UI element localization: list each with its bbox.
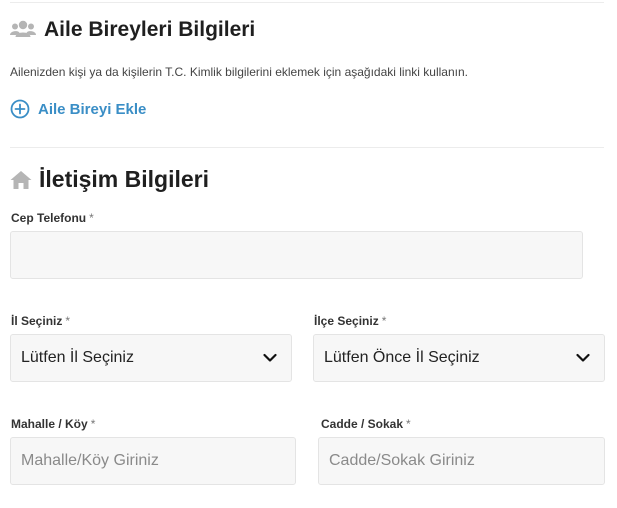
province-select[interactable]: Lütfen İl Seçiniz	[10, 334, 292, 382]
users-icon	[10, 20, 36, 37]
neighborhood-input[interactable]: Mahalle/Köy Giriniz	[10, 437, 296, 485]
district-selected-value: Lütfen Önce İl Seçiniz	[324, 349, 480, 366]
chevron-down-icon	[263, 353, 277, 362]
neighborhood-label: Mahalle / Köy *	[11, 417, 96, 431]
family-description: Ailenizden kişi ya da kişilerin T.C. Kim…	[10, 65, 468, 79]
add-family-member-link[interactable]: Aile Bireyi Ekle	[10, 99, 146, 119]
street-label: Cadde / Sokak *	[321, 417, 411, 431]
required-marker: *	[90, 417, 96, 431]
top-divider	[10, 2, 604, 3]
province-selected-value: Lütfen İl Seçiniz	[21, 349, 134, 366]
neighborhood-placeholder: Mahalle/Köy Giriniz	[21, 452, 159, 469]
required-marker: *	[406, 417, 411, 431]
required-marker: *	[381, 314, 387, 328]
province-label: İl Seçiniz *	[11, 314, 71, 328]
phone-input[interactable]	[10, 231, 583, 279]
home-icon	[10, 170, 32, 189]
family-section-title: Aile Bireyleri Bilgileri	[44, 18, 256, 41]
chevron-down-icon	[576, 353, 590, 362]
street-placeholder: Cadde/Sokak Giriniz	[329, 452, 475, 469]
required-marker: *	[89, 211, 94, 225]
required-marker: *	[65, 314, 71, 328]
family-section-header: Aile Bireyleri Bilgileri	[10, 18, 255, 42]
section-divider	[10, 147, 604, 148]
contact-section-header: İletişim Bilgileri	[10, 166, 209, 193]
street-input[interactable]: Cadde/Sokak Giriniz	[318, 437, 605, 485]
phone-label: Cep Telefonu *	[11, 211, 94, 225]
district-select[interactable]: Lütfen Önce İl Seçiniz	[313, 334, 605, 382]
contact-section-title: İletişim Bilgileri	[39, 166, 209, 192]
plus-circle-icon	[10, 99, 30, 119]
add-family-member-label: Aile Bireyi Ekle	[38, 100, 147, 118]
district-label: İlçe Seçiniz *	[314, 314, 387, 328]
